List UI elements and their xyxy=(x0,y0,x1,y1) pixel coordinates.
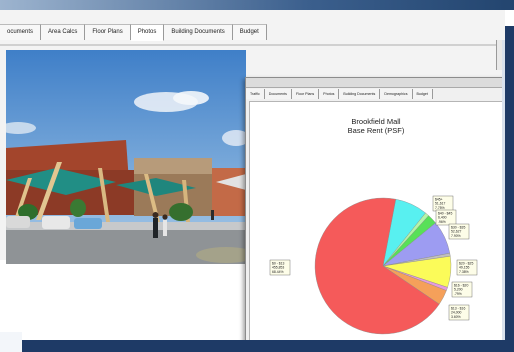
slice-label-text: .96% xyxy=(438,220,446,224)
tab-traffic[interactable]: Traffic xyxy=(246,89,265,99)
front-window: Traffic Documents Floor Plans Photos Bui… xyxy=(245,77,507,344)
tab-documents[interactable]: Documents xyxy=(264,89,292,99)
frame-bottom xyxy=(22,340,514,352)
slice-label: $20 - $2549,1557.38% xyxy=(456,259,478,276)
frame-right xyxy=(505,26,514,352)
tab-demographics[interactable]: Demographics xyxy=(380,89,413,99)
front-tab-bar: Traffic Documents Floor Plans Photos Bui… xyxy=(246,89,433,100)
tab-budget[interactable]: Budget xyxy=(232,24,267,40)
tab-floor-plans[interactable]: Floor Plans xyxy=(85,24,131,40)
chart-panel: Brookfield Mall Base Rent (PSF) $45+ 51,6… xyxy=(249,101,503,341)
slice-label: $40 - $456,400.96% xyxy=(435,209,457,226)
tab-area-calcs[interactable]: Area Calcs xyxy=(41,24,86,40)
slice-label: $16 - $205,200.79% xyxy=(451,281,473,298)
tab-building-documents[interactable]: Building Documents xyxy=(164,24,233,40)
frame-corner xyxy=(0,332,22,352)
window-top-bar xyxy=(246,78,506,88)
tab-photos[interactable]: Photos xyxy=(319,89,340,99)
top-strip xyxy=(0,0,514,10)
slice-label-text: .79% xyxy=(454,292,462,296)
slice-label: $0 - $13455,85368.44% xyxy=(269,259,291,276)
tab-building-documents[interactable]: Building Documents xyxy=(339,89,381,99)
slice-label-text: 7.38% xyxy=(459,270,469,274)
pie-chart: $45+51,6177.75%$40 - $456,400.96%$30 - $… xyxy=(269,195,478,335)
tab-divider xyxy=(0,44,505,46)
slice-label: $30 - $3552,6277.90% xyxy=(448,223,470,240)
tab-floor-plans[interactable]: Floor Plans xyxy=(291,89,320,99)
tab-photos[interactable]: Photos xyxy=(130,24,165,41)
tab-documents[interactable]: ocuments xyxy=(0,24,42,40)
slice-label-text: 3.60% xyxy=(451,315,461,319)
slice-label-text: 7.90% xyxy=(451,234,461,238)
slice-label: $13 - $1624,0003.60% xyxy=(448,304,470,321)
tab-budget[interactable]: Budget xyxy=(412,89,433,99)
mall-photo xyxy=(6,50,246,264)
slice-label: $45+51,6177.75% xyxy=(432,195,454,212)
slice-label-text: 7.75% xyxy=(435,206,445,210)
back-tab-bar: ocuments Area Calcs Floor Plans Photos B… xyxy=(0,24,267,44)
slice-label-text: 68.44% xyxy=(272,270,284,274)
